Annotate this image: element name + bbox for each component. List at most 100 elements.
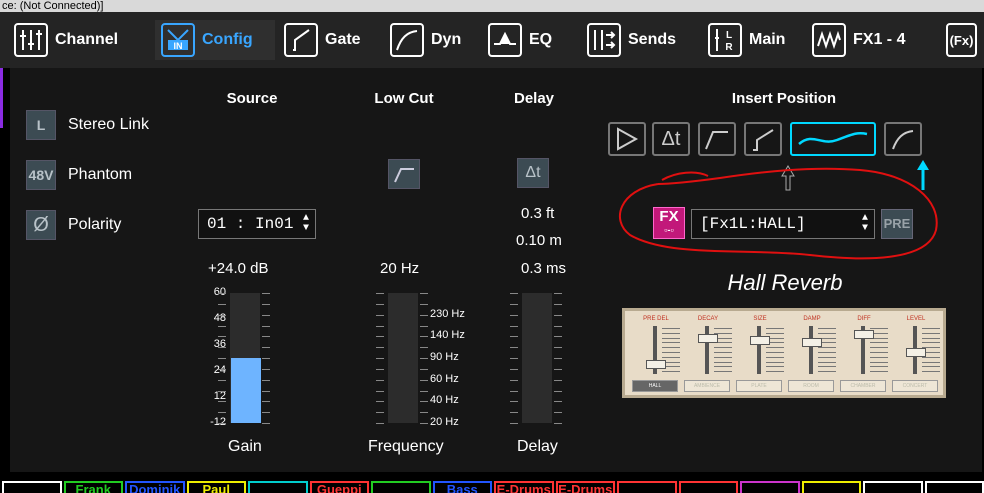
reverb-fader-knob bbox=[646, 360, 666, 369]
tab-main[interactable]: LR Main bbox=[708, 20, 804, 60]
channel-button[interactable] bbox=[371, 481, 431, 493]
scale-tick-mark bbox=[262, 347, 270, 349]
scale-tick-label: 140 Hz bbox=[430, 329, 465, 342]
scale-tick-mark bbox=[510, 314, 518, 316]
insert-select[interactable]: [Fx1L:HALL] ▲ ▼ bbox=[691, 209, 875, 239]
channel-button[interactable] bbox=[678, 481, 738, 493]
tab-eq[interactable]: EQ bbox=[488, 20, 578, 60]
channel-button[interactable] bbox=[617, 481, 677, 493]
delay-ms: 0.3 ms bbox=[521, 260, 567, 277]
source-header: Source bbox=[226, 90, 278, 107]
scale-tick-label: 24 bbox=[213, 364, 226, 376]
tab-sends[interactable]: Sends bbox=[587, 20, 697, 60]
reverb-tick bbox=[922, 371, 940, 373]
delay-fader[interactable] bbox=[522, 293, 552, 423]
lowcut-fader[interactable] bbox=[388, 293, 418, 423]
channel-button[interactable] bbox=[801, 481, 861, 493]
scale-tick-mark bbox=[376, 314, 384, 316]
scale-tick-label: 20 Hz bbox=[430, 416, 459, 428]
scale-tick-mark bbox=[554, 379, 562, 381]
channel-button[interactable]: Frank bbox=[63, 481, 123, 493]
channel-button[interactable] bbox=[2, 481, 62, 493]
scale-tick-mark bbox=[218, 379, 226, 381]
source-select[interactable]: 01 : In01 ▲ ▼ bbox=[198, 209, 316, 239]
dyn-icon bbox=[390, 23, 424, 57]
scale-tick-mark bbox=[262, 314, 270, 316]
dyn-curve-icon bbox=[892, 130, 914, 150]
scale-tick-mark bbox=[218, 325, 226, 327]
sends-icon bbox=[587, 23, 621, 57]
reverb-tick bbox=[766, 352, 784, 353]
channel-button[interactable]: Dominik bbox=[125, 481, 185, 493]
scale-tick-mark bbox=[554, 314, 562, 316]
tab-fx1-4[interactable]: FX1 - 4 bbox=[812, 20, 924, 60]
channel-button[interactable]: Gueppi bbox=[309, 481, 369, 493]
polarity-button[interactable]: Ø bbox=[26, 210, 56, 240]
scale-tick-mark bbox=[420, 325, 428, 327]
scale-tick-mark bbox=[510, 423, 518, 424]
gain-fader[interactable] bbox=[230, 293, 261, 423]
scale-tick-mark bbox=[554, 336, 562, 338]
reverb-tick bbox=[818, 332, 836, 334]
scale-tick-mark bbox=[420, 347, 428, 349]
scale-tick-mark bbox=[376, 358, 384, 359]
reverb-tick bbox=[922, 342, 940, 344]
reverb-type-button: CHAMBER bbox=[840, 380, 886, 392]
scale-tick-mark bbox=[262, 390, 270, 392]
reverb-param-label: DIFF bbox=[857, 316, 871, 322]
tab-channel[interactable]: Channel bbox=[14, 20, 144, 60]
tab-gate[interactable]: Gate bbox=[284, 20, 376, 60]
scale-tick-mark bbox=[510, 358, 518, 359]
main-lr-icon: LR bbox=[708, 23, 742, 57]
frequency-label: Frequency bbox=[368, 438, 444, 455]
scale-tick-mark bbox=[376, 303, 384, 305]
channel-button[interactable]: E-Drums bbox=[494, 481, 554, 493]
channel-button[interactable]: E-Drums bbox=[555, 481, 615, 493]
channel-icon bbox=[14, 23, 48, 57]
reverb-fader-track bbox=[757, 326, 761, 374]
scale-tick-mark bbox=[510, 379, 518, 381]
tab-config[interactable]: IN Config bbox=[155, 20, 275, 60]
scale-tick-mark bbox=[510, 401, 518, 403]
phantom-label: Phantom bbox=[68, 166, 133, 183]
reverb-tick bbox=[870, 371, 888, 373]
channel-button[interactable] bbox=[740, 481, 800, 493]
channel-button[interactable] bbox=[863, 481, 923, 493]
reverb-tick bbox=[766, 328, 784, 329]
reverb-fader-track bbox=[809, 326, 813, 374]
reverb-preview[interactable]: PRE DEL HALL DECAY AMBIENCE SIZE PLATE DAMP ROO… bbox=[622, 308, 946, 398]
lowcut-toggle-button[interactable] bbox=[388, 159, 420, 189]
fx-button[interactable]: FX ▫-▫ bbox=[653, 207, 685, 239]
reverb-tick bbox=[922, 361, 940, 363]
scale-tick-mark bbox=[262, 423, 270, 424]
reverb-tick bbox=[766, 347, 784, 349]
scale-tick-label: 60 Hz bbox=[430, 372, 459, 385]
channel-button[interactable] bbox=[248, 481, 308, 493]
gain-label: Gain bbox=[228, 438, 262, 455]
scale-tick-mark bbox=[218, 358, 226, 359]
delay-label: Delay bbox=[517, 438, 558, 455]
tab-dyn[interactable]: Dyn bbox=[390, 20, 474, 60]
scale-tick-mark bbox=[262, 336, 270, 338]
tab-fx-bracket[interactable]: (Fx) bbox=[946, 20, 984, 60]
reverb-param-label: LEVEL bbox=[906, 316, 926, 322]
pre-button[interactable]: PRE bbox=[881, 209, 913, 239]
scale-tick-label: 36 bbox=[213, 338, 226, 350]
scale-tick-mark bbox=[218, 423, 226, 424]
phantom-button[interactable]: 48V bbox=[26, 160, 56, 190]
reverb-faders: PRE DEL HALL DECAY AMBIENCE SIZE PLATE DAMP ROO… bbox=[628, 314, 940, 392]
tab-label: Channel bbox=[55, 31, 119, 48]
stereo-link-button[interactable]: L bbox=[26, 110, 56, 140]
scale-tick-label: 60 bbox=[213, 286, 226, 298]
reverb-tick bbox=[662, 352, 680, 353]
delay-toggle-button[interactable]: Δt bbox=[517, 158, 549, 188]
reverb-tick bbox=[714, 328, 732, 329]
channel-button[interactable] bbox=[924, 481, 984, 493]
scale-tick-mark bbox=[218, 412, 226, 414]
scale-tick-mark bbox=[510, 368, 518, 370]
channel-button[interactable]: Paul bbox=[186, 481, 246, 493]
scale-tick-mark bbox=[554, 347, 562, 349]
channel-button[interactable]: Bass bbox=[432, 481, 492, 493]
reverb-tick bbox=[766, 361, 784, 363]
reverb-tick bbox=[662, 337, 680, 339]
